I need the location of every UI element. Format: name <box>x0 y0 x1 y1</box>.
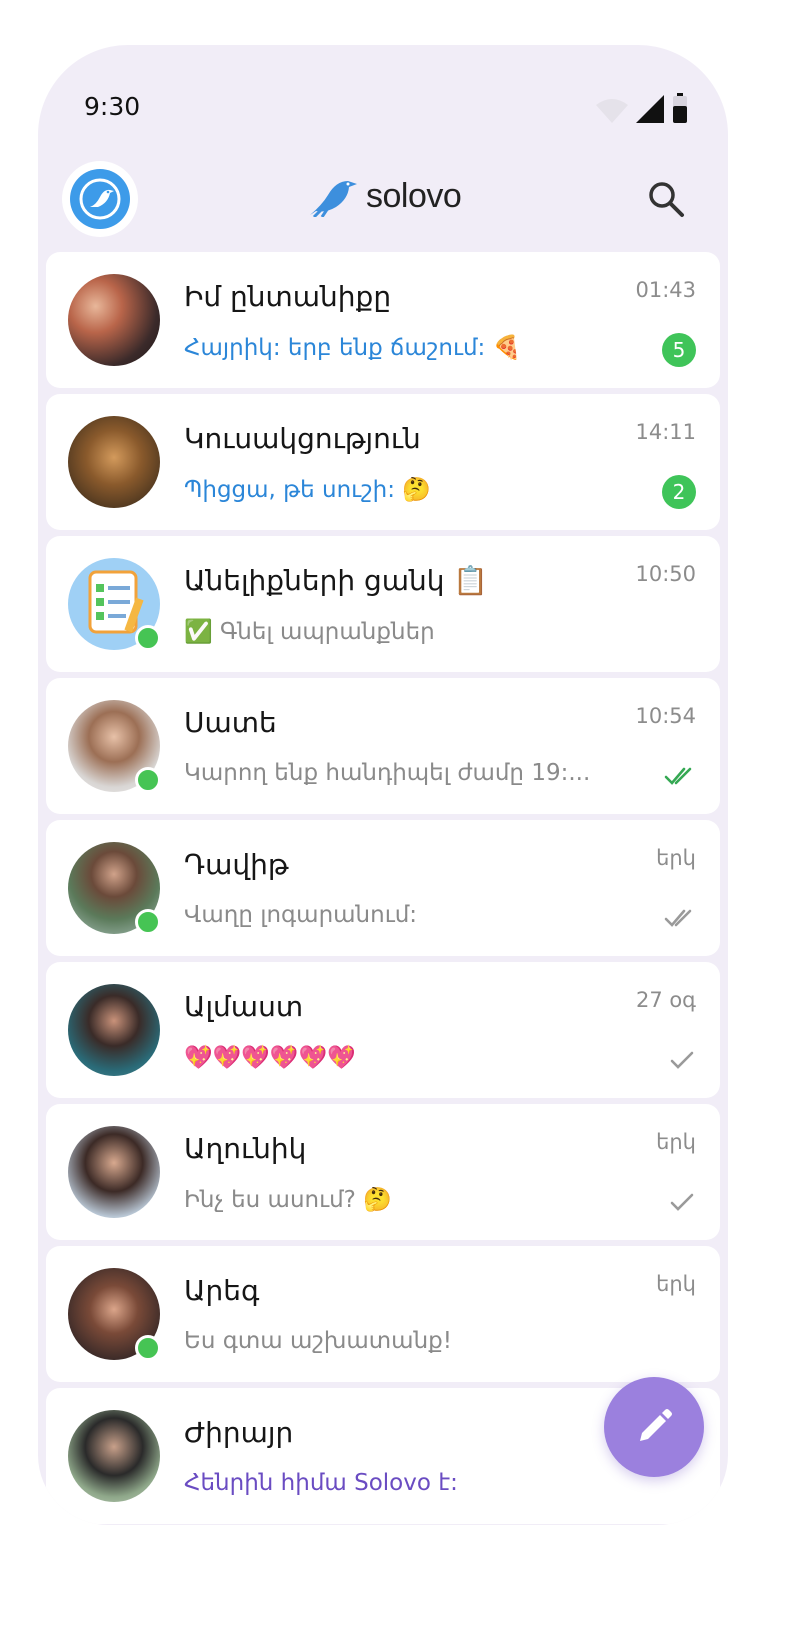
unread-badge: 2 <box>662 475 696 509</box>
chat-time: 14:11 <box>635 420 696 444</box>
chat-name: Արեգ <box>184 1274 260 1307</box>
chat-preview: Հայրիկ: երբ ենք ճաշում: 🍕 <box>184 335 522 361</box>
chat-name: Սատե <box>184 706 277 739</box>
phone-frame: 9:30 solovo Իմ ընտանիքը Հայրիկ: երբ ենք … <box>38 45 728 1525</box>
chat-time: 01:43 <box>635 278 696 302</box>
compose-button[interactable] <box>604 1377 704 1477</box>
chat-time: 27 օգ <box>635 988 696 1012</box>
profile-avatar[interactable] <box>62 161 138 237</box>
brand-name: solovo <box>366 176 462 215</box>
check-icon <box>670 1193 694 1211</box>
online-indicator <box>135 909 161 935</box>
unread-badge: 5 <box>662 333 696 367</box>
chat-item[interactable]: Աղունիկ Ինչ ես ասում? 🤔 երկ <box>46 1104 720 1240</box>
online-indicator <box>135 1335 161 1361</box>
chat-item[interactable]: Ալմաստ 💖💖💖💖💖💖 27 օգ <box>46 962 720 1098</box>
pencil-icon <box>640 1409 672 1441</box>
chat-preview: ✅ Գնել ապրանքներ <box>184 619 435 645</box>
chat-preview: Ես գտա աշխատանք! <box>184 1328 453 1354</box>
chat-name: Անելիքների ցանկ 📋 <box>184 564 489 597</box>
chat-preview: Պիցցա, թե սուշի: 🤔 <box>184 477 431 503</box>
chat-list: Իմ ընտանիքը Հայրիկ: երբ ենք ճաշում: 🍕 01… <box>46 252 720 1525</box>
signal-icon <box>636 95 664 123</box>
check-icon <box>670 1051 694 1069</box>
chat-preview: Հենրին հիմա Solovo է: <box>184 1470 458 1496</box>
chat-time: երկ <box>656 846 696 870</box>
search-icon[interactable] <box>646 179 686 219</box>
avatar <box>68 416 160 508</box>
app-header: solovo <box>38 155 728 250</box>
chat-name: Ժիրայր <box>184 1416 294 1449</box>
bird-icon <box>310 181 357 217</box>
online-indicator <box>135 767 161 793</box>
chat-time: 10:50 <box>635 562 696 586</box>
chat-preview: Վաղը լոգարանում: <box>184 902 418 928</box>
chat-name: Կուսակցություն <box>184 422 421 455</box>
avatar <box>68 1410 160 1502</box>
chat-item[interactable]: Արեգ Ես գտա աշխատանք! երկ <box>46 1246 720 1382</box>
chat-name: Իմ ընտանիքը <box>184 280 392 313</box>
battery-icon <box>673 93 687 123</box>
wifi-icon <box>596 99 628 123</box>
chat-name: Աղունիկ <box>184 1132 307 1165</box>
chat-name: Ալմաստ <box>184 990 304 1023</box>
status-icons <box>596 93 688 123</box>
brand-logo: solovo <box>308 175 462 217</box>
chat-time: երկ <box>656 1130 696 1154</box>
online-indicator <box>135 625 161 651</box>
chat-item[interactable]: Դավիթ Վաղը լոգարանում: երկ <box>46 820 720 956</box>
chat-time: 10:54 <box>635 704 696 728</box>
avatar <box>68 1126 160 1218</box>
chat-item[interactable]: Սատե Կարող ենք հանդիպել ժամը 19:... 10:5… <box>46 678 720 814</box>
bird-icon <box>70 169 130 229</box>
status-time: 9:30 <box>84 92 141 121</box>
avatar <box>68 984 160 1076</box>
chat-item[interactable]: Կուսակցություն Պիցցա, թե սուշի: 🤔 14:11 … <box>46 394 720 530</box>
chat-item[interactable]: Իմ ընտանիքը Հայրիկ: երբ ենք ճաշում: 🍕 01… <box>46 252 720 388</box>
chat-preview: Ինչ ես ասում? 🤔 <box>184 1187 392 1213</box>
double-check-icon <box>664 909 692 927</box>
chat-name: Դավիթ <box>184 848 289 881</box>
double-check-icon <box>664 767 692 785</box>
chat-preview: 💖💖💖💖💖💖 <box>184 1045 356 1071</box>
status-bar: 9:30 <box>38 45 728 165</box>
avatar <box>68 274 160 366</box>
chat-item[interactable]: Անելիքների ցանկ 📋 ✅ Գնել ապրանքներ 10:50 <box>46 536 720 672</box>
chat-preview: Կարող ենք հանդիպել ժամը 19:... <box>184 760 591 786</box>
chat-time: երկ <box>656 1272 696 1296</box>
